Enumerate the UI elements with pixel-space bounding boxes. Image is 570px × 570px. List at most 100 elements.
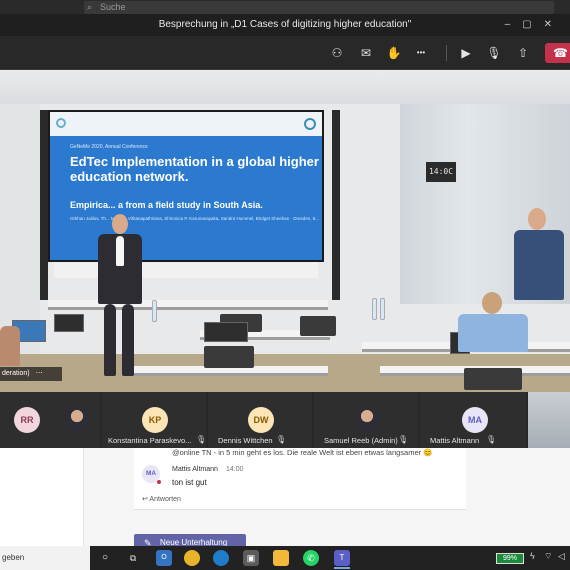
windows-taskbar: geben ○ ⧉ O ▣ ✆ T 99% ϟ ⌔ ◁ (0, 546, 570, 570)
attendee-shirt (458, 314, 528, 352)
share-screen-button[interactable]: ⇧ (514, 44, 532, 62)
meeting-chat: @online TN - in 5 min geht es los. Die r… (0, 448, 570, 552)
mic-off-icon: 🎙 (398, 435, 409, 444)
camera-button[interactable]: ▶ (457, 44, 475, 62)
participant-tile[interactable]: DW Dennis Wittchen 🎙 (208, 392, 312, 448)
search-input[interactable]: ⌕ Suche (84, 1, 554, 14)
taskbar-search-text: geben (2, 553, 25, 562)
laptop (54, 314, 84, 332)
water-bottle (380, 298, 385, 320)
previous-message: @online TN - in 5 min geht es los. Die r… (172, 448, 433, 457)
reply-button[interactable]: ↩ Antworten (142, 495, 181, 503)
message-author: Mattis Altmann (172, 466, 218, 473)
avatar: DW (248, 407, 274, 433)
teams-icon[interactable]: T (334, 550, 350, 566)
participant-name: Konstantina Paraskevo... (108, 436, 192, 445)
phone-hangup-icon: ☎ (553, 46, 568, 60)
chat-side-panel (0, 448, 84, 546)
participant-tile[interactable]: KP Konstantina Paraskevo... 🎙 (102, 392, 206, 448)
conference-logo (304, 118, 316, 130)
screen-frame-right (332, 110, 340, 300)
moderator-head (528, 208, 546, 230)
meeting-toolbar: ⚇ ✉ ✋ ••• ▶ 🎙 ⇧ ☎ (0, 36, 570, 70)
volume-icon[interactable]: ◁ (558, 551, 565, 562)
more-icon[interactable]: ⋯ (36, 370, 43, 377)
power-icon[interactable]: ϟ (530, 551, 535, 561)
slide-header (50, 112, 322, 136)
edge-icon[interactable] (213, 550, 229, 566)
mic-off-icon: 🎙 (486, 435, 497, 444)
message-time: 14:00 (226, 466, 244, 473)
window-controls[interactable]: –▢✕ (505, 14, 564, 36)
leave-button[interactable]: ☎ (545, 43, 570, 63)
self-view-video[interactable] (528, 392, 570, 448)
participant-tile[interactable]: MA Mattis Altmann 🎙 (420, 392, 526, 448)
slide-title: EdTec Implementation in a global higher … (70, 154, 319, 184)
presenter-head (112, 214, 128, 234)
file-explorer-icon[interactable] (273, 550, 289, 566)
moderator-shirt (514, 230, 564, 300)
more-options-icon: ••• (416, 48, 426, 57)
store-icon[interactable]: ▣ (243, 550, 259, 566)
screen-frame-left (40, 110, 48, 300)
raise-hand-icon: ✋ (386, 46, 402, 60)
presenter-leg (104, 304, 116, 376)
share-screen-icon: ⇧ (517, 46, 529, 60)
mic-off-icon: 🎙 (196, 435, 207, 444)
network-icon[interactable]: ⌔ (544, 551, 552, 562)
mic-button[interactable]: 🎙 (485, 44, 503, 62)
avatar (64, 407, 90, 433)
participant-name: Dennis Wittchen (218, 436, 273, 445)
chair (464, 368, 522, 390)
chat-button[interactable]: ✉ (357, 44, 375, 62)
toolbar-divider (446, 45, 447, 61)
avatar (354, 407, 380, 433)
university-logo (56, 116, 116, 132)
participant-name: Mattis Altmann (430, 436, 480, 445)
raise-hand-button[interactable]: ✋ (385, 44, 403, 62)
more-options-button[interactable]: ••• (412, 44, 430, 62)
cortana-icon[interactable]: ○ (97, 550, 113, 566)
camera-icon: ▶ (461, 46, 471, 60)
left-attendee (0, 316, 20, 366)
seated-attendee (452, 292, 532, 352)
outlook-icon[interactable]: O (156, 550, 172, 566)
attendee-shoulder (0, 326, 20, 366)
task-view-icon[interactable]: ⧉ (125, 550, 141, 566)
water-bottle (372, 298, 377, 320)
teams-meeting-window: ⌕ Suche Besprechung in „D1 Cases of digi… (0, 0, 570, 570)
participant-strip: RR KP Konstantina Paraskevo... 🎙 DW Denn… (0, 392, 570, 448)
avatar: KP (142, 407, 168, 433)
participants-button[interactable]: ⚇ (328, 44, 346, 62)
whatsapp-icon[interactable]: ✆ (303, 550, 319, 566)
water-bottle (152, 300, 157, 322)
chrome-icon[interactable] (184, 550, 200, 566)
chat-thread: @online TN - in 5 min geht es los. Die r… (134, 448, 466, 510)
search-icon: ⌕ (87, 2, 93, 12)
battery-indicator[interactable]: 99% (496, 553, 524, 564)
participant-tile[interactable]: RR (0, 392, 100, 448)
chair (204, 346, 254, 368)
ceiling (0, 70, 570, 104)
wall-clock: 14:0C (426, 162, 456, 182)
slide-conference: GeNeMe 2020, Annual Conference (70, 144, 148, 150)
taskbar-search[interactable]: geben (0, 546, 90, 570)
mic-off-icon: 🎙 (276, 435, 287, 444)
battery-percent: 99% (502, 555, 517, 562)
participant-name: Samuel Reeb (Admin) (324, 436, 398, 445)
avatar: MA (462, 407, 488, 433)
speaker-name-tag: deration) ⋯ (0, 367, 62, 381)
search-strip: ⌕ Suche (0, 0, 570, 14)
slide-subtitle: Empirica... a from a field study in Sout… (70, 200, 263, 210)
presenter-leg (122, 304, 134, 376)
presenter (90, 214, 150, 384)
participants-icon: ⚇ (331, 46, 343, 60)
chat-icon: ✉ (360, 46, 372, 60)
main-video-feed[interactable]: GeNeMe 2020, Annual Conference EdTec Imp… (0, 70, 570, 392)
chair (300, 316, 336, 336)
presence-indicator (156, 479, 162, 485)
participant-tile[interactable]: Samuel Reeb (Admin) 🎙 (314, 392, 418, 448)
presenter-shirt (116, 236, 124, 266)
meeting-title: Besprechung in „D1 Cases of digitizing h… (158, 19, 412, 30)
speaker-name: deration) (2, 370, 30, 377)
